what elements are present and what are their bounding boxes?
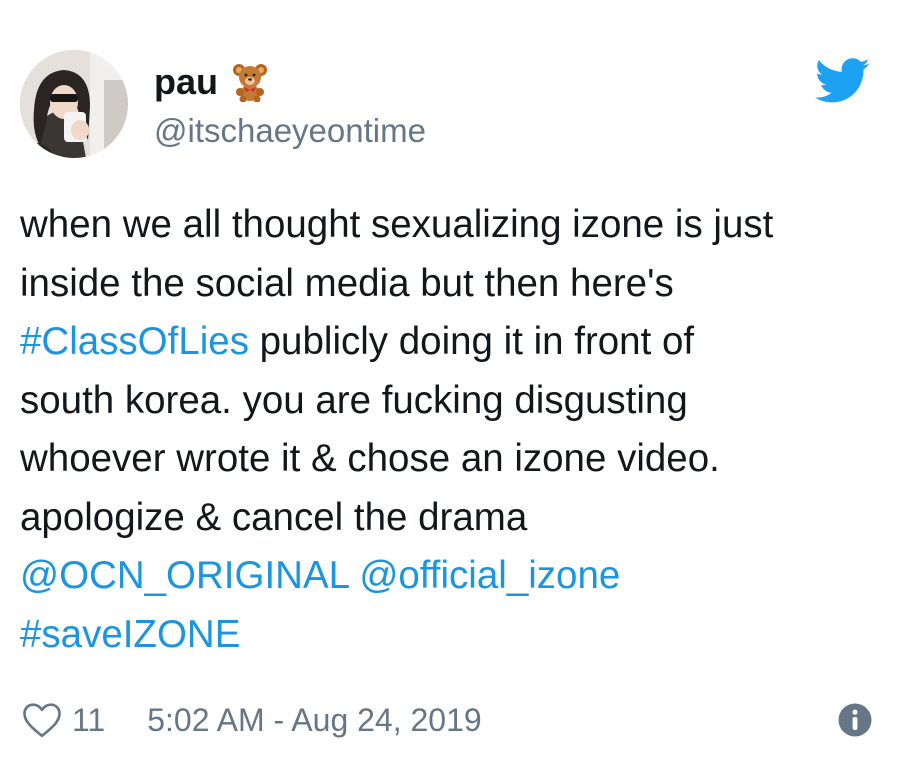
hashtag-link-saveizone[interactable]: #saveIZONE (20, 613, 240, 656)
user-name-row: pau (154, 62, 270, 102)
hashtag-link-classoflies[interactable]: #ClassOfLies (20, 320, 249, 363)
mention-link-ocn-original[interactable]: @OCN_ORIGINAL (20, 554, 349, 597)
tweet-line: #saveIZONE (20, 606, 880, 665)
display-name[interactable]: pau (154, 62, 218, 102)
tweet-text-segment: publicly doing it in front of (248, 320, 695, 363)
tweet-text: when we all thought sexualizing izone is… (20, 196, 880, 664)
tweet-footer: 11 5:02 AM - Aug 24, 2019 (22, 696, 873, 744)
tweet-text-segment: whoever wrote it & chose an izone video. (20, 437, 720, 480)
tweet-line: when we all thought sexualizing izone is… (20, 196, 880, 255)
heart-icon (23, 703, 61, 738)
tweet-line: whoever wrote it & chose an izone video. (20, 430, 880, 489)
mention-link-official-izone[interactable]: @official_izone (359, 554, 620, 597)
avatar[interactable] (20, 50, 128, 158)
twitter-bird-icon[interactable] (815, 58, 871, 104)
tweet-line: apologize & cancel the drama (20, 489, 880, 548)
tweet-text-segment: south korea. you are fucking disgusting (20, 378, 688, 422)
info-icon[interactable] (837, 702, 873, 738)
tweet-card: pau @itschaeyeontime when we all thought… (0, 0, 913, 757)
tweet-text-segment: when we all thought sexualizing izone is… (20, 203, 774, 246)
like-count: 11 (72, 701, 106, 738)
tweet-line: #ClassOfLies publicly doing it in front … (20, 313, 880, 372)
teddy-bear-emoji-icon (233, 64, 268, 102)
tweet-text-segment (349, 554, 360, 597)
tweet-text-segment: apologize & cancel the drama (20, 495, 528, 539)
tweet-line: south korea. you are fucking disgusting (20, 372, 880, 431)
tweet-text-segment: inside the social media but then here's (20, 261, 674, 305)
tweet-line: inside the social media but then here's (20, 255, 880, 314)
avatar-photo (20, 50, 128, 158)
tweet-timestamp[interactable]: 5:02 AM - Aug 24, 2019 (147, 702, 481, 739)
like-button[interactable]: 11 (22, 701, 105, 739)
tweet-line: @OCN_ORIGINAL @official_izone (20, 547, 880, 606)
user-handle[interactable]: @itschaeyeontime (154, 112, 426, 150)
